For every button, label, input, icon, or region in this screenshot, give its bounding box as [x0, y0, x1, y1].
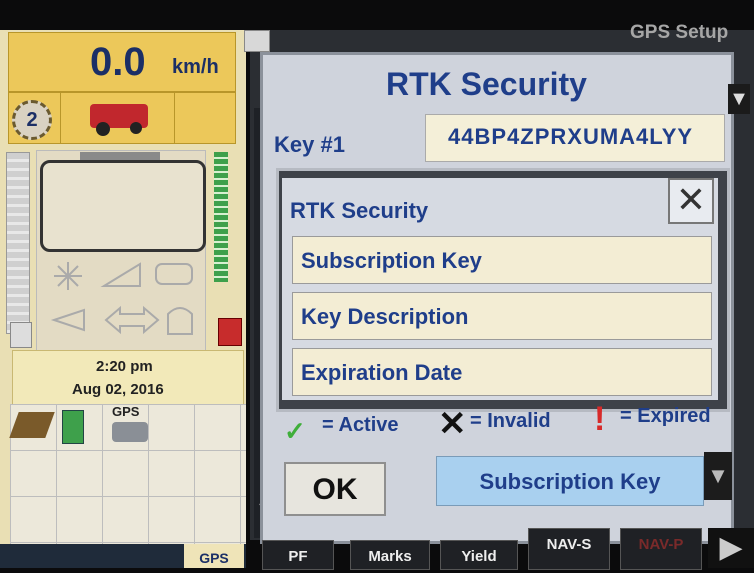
legend-invalid: = Invalid — [470, 410, 551, 432]
machine-outline-icon — [40, 160, 206, 252]
date-display: Aug 02, 2016 — [72, 381, 164, 398]
combine-wheel-icon — [130, 122, 142, 134]
exclamation-icon: ! — [594, 400, 606, 438]
time-display: 2:20 pm — [96, 358, 153, 375]
tab-nav-p[interactable]: NAV-P — [620, 528, 702, 570]
fuel-icon — [218, 318, 242, 346]
checkmark-icon: ✓ — [284, 416, 306, 446]
key1-value: 44BP4ZPRXUMA4LYY — [448, 124, 694, 149]
sort-select[interactable]: Subscription Key — [436, 456, 704, 506]
popup-title: RTK Security — [290, 198, 429, 223]
ok-button[interactable]: OK — [284, 462, 386, 516]
page-title: GPS Setup — [630, 22, 729, 43]
satellite-icon[interactable] — [112, 422, 148, 442]
legend-expired: = Expired — [620, 405, 711, 427]
tab-marks[interactable]: Marks — [350, 540, 430, 570]
chevron-down-icon[interactable]: ▼ — [704, 452, 732, 500]
machine-function-icons — [50, 262, 193, 335]
speed-unit: km/h — [172, 56, 219, 78]
temperature-icon — [10, 322, 32, 348]
menu-item-expiration-date[interactable]: Expiration Date — [292, 348, 712, 396]
legend-active: = Active — [322, 414, 399, 436]
close-icon[interactable]: ✕ — [668, 178, 714, 224]
speed-value: 0.0 — [90, 40, 146, 84]
next-page-icon[interactable]: ▶ — [708, 528, 754, 568]
combine-wheel-icon — [96, 122, 110, 136]
grain-level-gauge — [214, 152, 228, 282]
dialog-title: RTK Security — [386, 66, 587, 102]
tab-yield[interactable]: Yield — [440, 540, 518, 570]
tab-nav-s[interactable]: NAV-S — [528, 528, 610, 570]
fuel-pump-icon[interactable] — [62, 410, 84, 444]
gps-shortcut-label[interactable]: GPS — [112, 404, 139, 419]
device-icon[interactable] — [244, 30, 270, 52]
x-icon: ✕ — [438, 405, 467, 443]
tab-pf[interactable]: PF — [262, 540, 334, 570]
tab-gps[interactable]: GPS — [184, 544, 244, 568]
chevron-down-icon[interactable]: ▼ — [728, 84, 750, 114]
key1-label: Key #1 — [274, 132, 345, 157]
level-gauge-left — [6, 152, 30, 334]
menu-item-subscription-key[interactable]: Subscription Key — [292, 236, 712, 284]
menu-item-key-description[interactable]: Key Description — [292, 292, 712, 340]
gear-icon[interactable]: 2 — [12, 100, 52, 140]
